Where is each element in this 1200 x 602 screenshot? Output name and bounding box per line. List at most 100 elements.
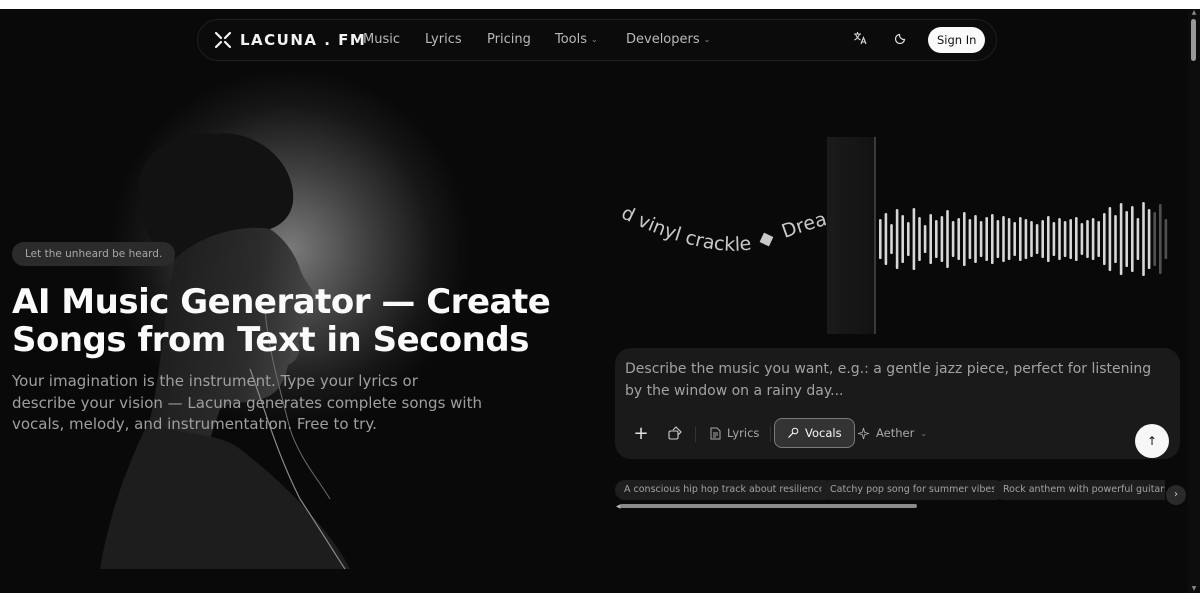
chevron-down-icon: ⌄ — [703, 35, 711, 44]
lyrics-label: Lyrics — [727, 426, 760, 440]
translate-icon[interactable] — [851, 31, 869, 49]
wave-bar — [1035, 224, 1039, 254]
wave-bar — [895, 209, 899, 269]
brand-name: LACUNA . FM — [240, 31, 367, 49]
wave-bar — [1075, 217, 1078, 261]
wave-bar — [979, 221, 983, 257]
wave-bar — [1119, 203, 1123, 275]
wave-bar — [1114, 215, 1117, 263]
wave-bar — [1159, 204, 1162, 274]
top-nav: LACUNA . FM Music Lyrics Pricing Tools ⌄ … — [197, 19, 997, 61]
scroll-thumb[interactable] — [1191, 19, 1196, 61]
plus-icon[interactable]: + — [632, 418, 650, 448]
wave-bar — [1007, 218, 1011, 260]
nav-link-developers-label: Developers — [626, 32, 700, 47]
scan-panel — [827, 137, 875, 334]
wave-bar — [940, 216, 944, 262]
document-icon — [710, 427, 721, 439]
wave-bar — [1164, 219, 1168, 259]
lacuna-logo-icon — [214, 31, 232, 49]
chevron-down-icon: ⌄ — [591, 35, 598, 44]
wave-bar — [884, 213, 888, 265]
tagline-badge: Let the unheard be heard. — [12, 242, 176, 266]
suggestion-scrollbar[interactable] — [620, 504, 917, 508]
wave-bar — [1058, 218, 1061, 260]
wave-bar — [1142, 202, 1145, 276]
lyrics-toggle[interactable]: Lyrics — [710, 418, 759, 448]
prompt-box[interactable]: Describe the music you want, e.g.: a gen… — [615, 348, 1180, 459]
page-title: AI Music Generator — Create Songs from T… — [12, 283, 572, 359]
page-scrollbar[interactable]: ▲ ▼ — [1188, 9, 1200, 593]
wave-bar — [918, 217, 921, 261]
scroll-up-arrow[interactable]: ▲ — [1190, 10, 1198, 16]
wave-bar — [1030, 221, 1033, 257]
nav-link-music-label: Music — [363, 32, 400, 47]
wave-bar — [1047, 216, 1050, 262]
brand-logo[interactable]: LACUNA . FM — [214, 31, 366, 49]
suggestion-chip[interactable]: A conscious hip hop track about resilien… — [615, 480, 834, 500]
toolbar-divider — [770, 426, 771, 442]
wave-bar — [1002, 216, 1005, 262]
wave-bar — [879, 219, 882, 259]
wave-bar — [963, 212, 966, 266]
wave-bar — [1069, 219, 1072, 259]
wave-bar — [1041, 220, 1044, 258]
nav-link-music[interactable]: Music — [363, 32, 400, 47]
hero-description: Your imagination is the instrument. Type… — [12, 372, 482, 433]
chevron-right-icon[interactable]: › — [1166, 485, 1186, 505]
wave-bar — [974, 215, 977, 263]
waveform-visual: d vinyl crackle◆Dreamy syn — [620, 137, 1175, 337]
wave-bar — [996, 220, 1000, 258]
vocals-label: Vocals — [805, 426, 842, 440]
vocals-toggle[interactable]: Vocals — [774, 418, 855, 448]
prompt-input[interactable]: Describe the music you want, e.g.: a gen… — [625, 358, 1165, 402]
wave-bar — [1063, 221, 1067, 257]
model-label: Aether — [876, 426, 915, 440]
nav-link-pricing-label: Pricing — [487, 32, 531, 47]
wave-bar — [1131, 206, 1134, 272]
microphone-icon — [788, 427, 799, 438]
suggestion-chip[interactable]: Catchy pop song for summer vibes — [821, 480, 1006, 500]
wave-bar — [1091, 218, 1095, 260]
chevron-down-icon: ⌄ — [920, 428, 928, 438]
nav-link-tools-label: Tools — [555, 32, 588, 47]
nav-link-lyrics[interactable]: Lyrics — [425, 32, 462, 47]
scroll-down-arrow[interactable]: ▼ — [1190, 586, 1198, 592]
send-button[interactable]: ↑ — [1135, 424, 1169, 458]
page: LACUNA . FM Music Lyrics Pricing Tools ⌄ … — [0, 9, 1200, 593]
arrow-up-icon: ↑ — [1146, 434, 1158, 448]
suggestion-list: A conscious hip hop track about resilien… — [615, 480, 1165, 500]
wave-bar — [946, 210, 949, 268]
sparkle-icon — [857, 427, 870, 439]
wave-bar — [991, 214, 994, 264]
model-selector[interactable]: Aether ⌄ — [857, 418, 927, 448]
wave-bar — [968, 219, 972, 259]
wave-bar — [1147, 209, 1151, 269]
wave-bar — [1019, 217, 1022, 261]
wave-bar — [951, 221, 955, 257]
wave-bar — [890, 224, 893, 254]
wave-bar — [1153, 212, 1156, 266]
nav-link-tools[interactable]: Tools ⌄ — [555, 32, 598, 47]
wave-bar — [1086, 220, 1089, 258]
wave-bar — [985, 217, 988, 261]
page-title-line-2: Songs from Text in Seconds — [12, 320, 529, 360]
wave-bar — [923, 225, 927, 253]
wave-bar — [912, 208, 916, 270]
wave-bar — [1108, 207, 1112, 271]
wave-bar — [1080, 223, 1084, 255]
sign-in-button[interactable]: Sign In — [928, 27, 986, 53]
page-title-line-1: AI Music Generator — Create — [12, 282, 551, 322]
moon-icon[interactable] — [892, 31, 910, 49]
wave-bar — [1013, 222, 1016, 256]
wave-bar — [929, 214, 932, 264]
wave-bar — [1097, 221, 1100, 257]
suggestion-chip[interactable]: Rock anthem with powerful guitars — [994, 480, 1165, 500]
nav-link-developers[interactable]: Developers ⌄ — [626, 32, 710, 47]
toolbar-divider — [695, 426, 696, 442]
nav-link-pricing[interactable]: Pricing — [487, 32, 531, 47]
attach-icon[interactable] — [665, 418, 683, 448]
wave-bar — [901, 215, 904, 263]
wave-bar — [935, 220, 938, 258]
wave-bar — [1136, 218, 1140, 260]
